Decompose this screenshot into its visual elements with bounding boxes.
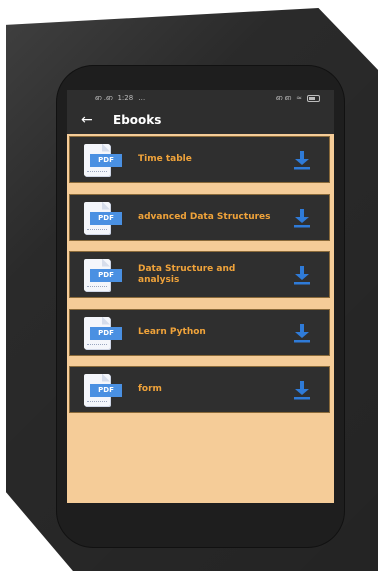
- download-icon[interactable]: [293, 150, 311, 170]
- ebook-title: Learn Python: [138, 327, 206, 337]
- signal-indicator: ഩ .ഩ: [95, 93, 113, 102]
- list-item[interactable]: PDF advanced Data Structures: [69, 194, 330, 241]
- pdf-tag: PDF: [90, 153, 122, 167]
- download-icon[interactable]: [293, 208, 311, 228]
- ebook-title: form: [138, 384, 162, 394]
- ebook-list: PDF Time table PDF advanced Data Structu…: [67, 134, 334, 503]
- status-bar: ഩ .ഩ 1:28 … ഩ ഩ ≈: [67, 90, 334, 106]
- screen: ഩ .ഩ 1:28 … ഩ ഩ ≈ ← Ebooks PDF Time tabl…: [67, 90, 334, 503]
- download-icon[interactable]: [293, 265, 311, 285]
- status-more: …: [138, 94, 146, 102]
- pdf-file-icon: PDF: [82, 201, 122, 234]
- wifi-icon: ≈: [296, 94, 302, 102]
- pdf-tag: PDF: [90, 268, 122, 282]
- status-right: ഩ ഩ ≈: [276, 94, 320, 103]
- download-icon[interactable]: [293, 380, 311, 400]
- list-item[interactable]: PDF Time table: [69, 136, 330, 183]
- back-arrow-icon[interactable]: ←: [81, 112, 103, 128]
- pdf-file-icon: PDF: [82, 316, 122, 349]
- list-item[interactable]: PDF Learn Python: [69, 309, 330, 356]
- pdf-file-icon: PDF: [82, 258, 122, 291]
- list-item[interactable]: PDF form: [69, 366, 330, 413]
- app-bar: ← Ebooks: [67, 106, 334, 134]
- pdf-file-icon: PDF: [82, 143, 122, 176]
- ebook-title: Time table: [138, 154, 192, 164]
- download-icon[interactable]: [293, 323, 311, 343]
- pdf-tag: PDF: [90, 211, 122, 225]
- pdf-tag: PDF: [90, 326, 122, 340]
- battery-icon: [307, 94, 320, 102]
- status-left: ഩ .ഩ 1:28 …: [95, 94, 145, 103]
- pdf-file-icon: PDF: [82, 373, 122, 406]
- pdf-tag: PDF: [90, 383, 122, 397]
- ebook-title: Data Structure and analysis: [138, 263, 236, 285]
- page-title: Ebooks: [113, 113, 162, 127]
- list-item[interactable]: PDF Data Structure and analysis: [69, 251, 330, 298]
- ebook-title: advanced Data Structures: [138, 212, 271, 222]
- network-indicator: ഩ ഩ: [275, 93, 292, 102]
- status-time: 1:28: [117, 94, 134, 102]
